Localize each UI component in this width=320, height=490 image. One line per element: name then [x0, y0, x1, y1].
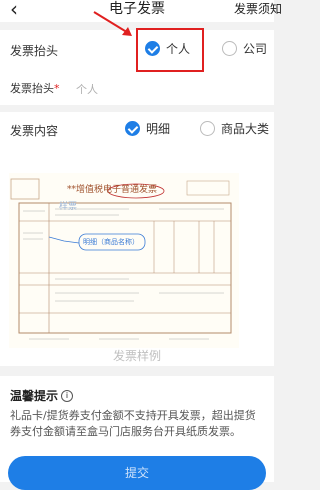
radio-unchecked-icon — [200, 121, 215, 136]
header-section-label: 发票抬头 — [10, 44, 59, 58]
annotation-arrow-icon — [93, 11, 132, 36]
radio-company-label: 公司 — [243, 42, 268, 56]
radio-category[interactable]: 商品大类 — [200, 120, 269, 137]
title-field-input[interactable]: 个人 — [76, 81, 98, 97]
invoice-sample-caption: 发票样例 — [112, 349, 161, 363]
invoice-notice-link[interactable]: 发票须知 — [234, 0, 282, 18]
radio-unchecked-icon — [222, 41, 237, 56]
annotation-highlight-box — [136, 28, 204, 72]
invoice-sample-heading: **增值税电子普通发票 — [67, 185, 158, 195]
submit-button-label: 提交 — [124, 466, 149, 480]
invoice-sample-drawing — [10, 178, 232, 340]
tips-text: 礼品卡/提货券支付金额不支持开具发票，超出提货券支付金额请至盒马门店服务台开具纸… — [10, 409, 256, 438]
submit-button[interactable]: 提交 — [8, 456, 266, 490]
invoice-sample-image: **增值税电子普通发票 样票 明细（商品名称） — [9, 173, 239, 348]
invoice-sample-badge: 样票 — [59, 202, 78, 212]
radio-detail-label: 明细 — [146, 122, 171, 136]
title-field-label: 发票抬头* — [10, 82, 60, 95]
radio-checked-icon — [125, 121, 140, 136]
info-icon[interactable]: i — [61, 389, 74, 402]
invoice-sample-note: 明细（商品名称） — [83, 238, 139, 246]
radio-category-label: 商品大类 — [221, 122, 270, 136]
tips-title: 温馨提示 i — [10, 387, 74, 404]
content-section-label: 发票内容 — [10, 124, 59, 138]
radio-detail[interactable]: 明细 — [125, 120, 170, 137]
radio-company[interactable]: 公司 — [222, 40, 267, 57]
